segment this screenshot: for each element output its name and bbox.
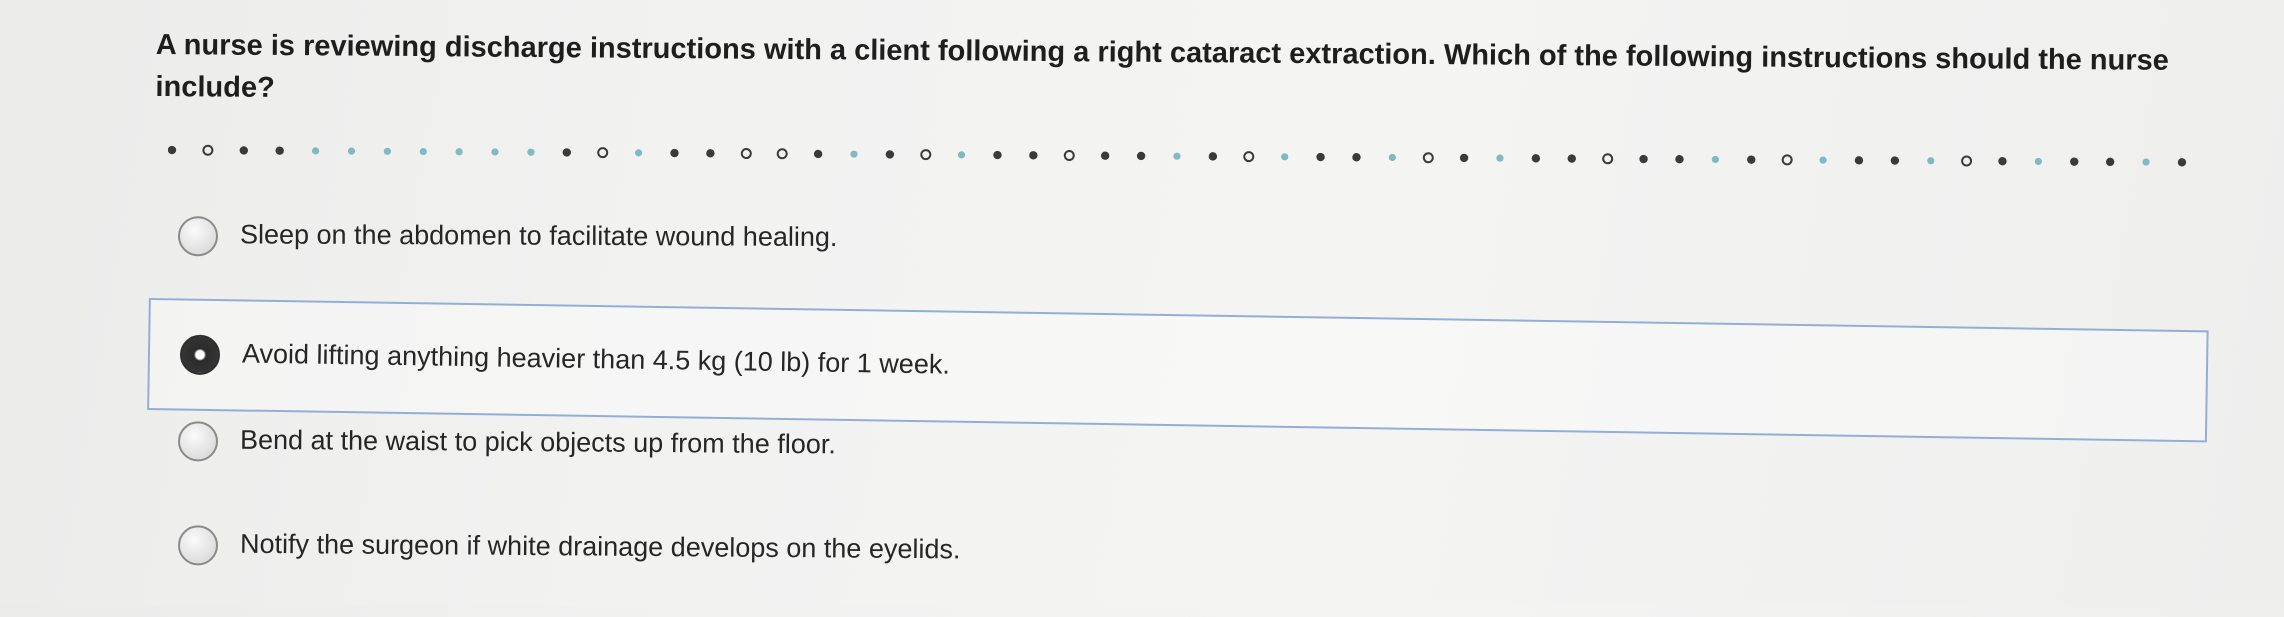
- option-label: Notify the surgeon if white drainage dev…: [239, 528, 961, 565]
- option-sleep-abdomen[interactable]: Sleep on the abdomen to facilitate wound…: [148, 180, 2208, 301]
- option-label: Avoid lifting anything heavier than 4.5 …: [241, 338, 951, 380]
- radio-button[interactable]: [177, 421, 219, 462]
- radio-button-selected[interactable]: [179, 334, 221, 376]
- option-label: Bend at the waist to pick objects up fro…: [239, 424, 836, 460]
- radio-button[interactable]: [177, 216, 219, 257]
- radio-button[interactable]: [177, 525, 219, 566]
- answer-options: Sleep on the abdomen to facilitate wound…: [0, 0, 2284, 605]
- option-label: Sleep on the abdomen to facilitate wound…: [239, 219, 838, 253]
- option-notify-surgeon[interactable]: Notify the surgeon if white drainage dev…: [148, 489, 2209, 617]
